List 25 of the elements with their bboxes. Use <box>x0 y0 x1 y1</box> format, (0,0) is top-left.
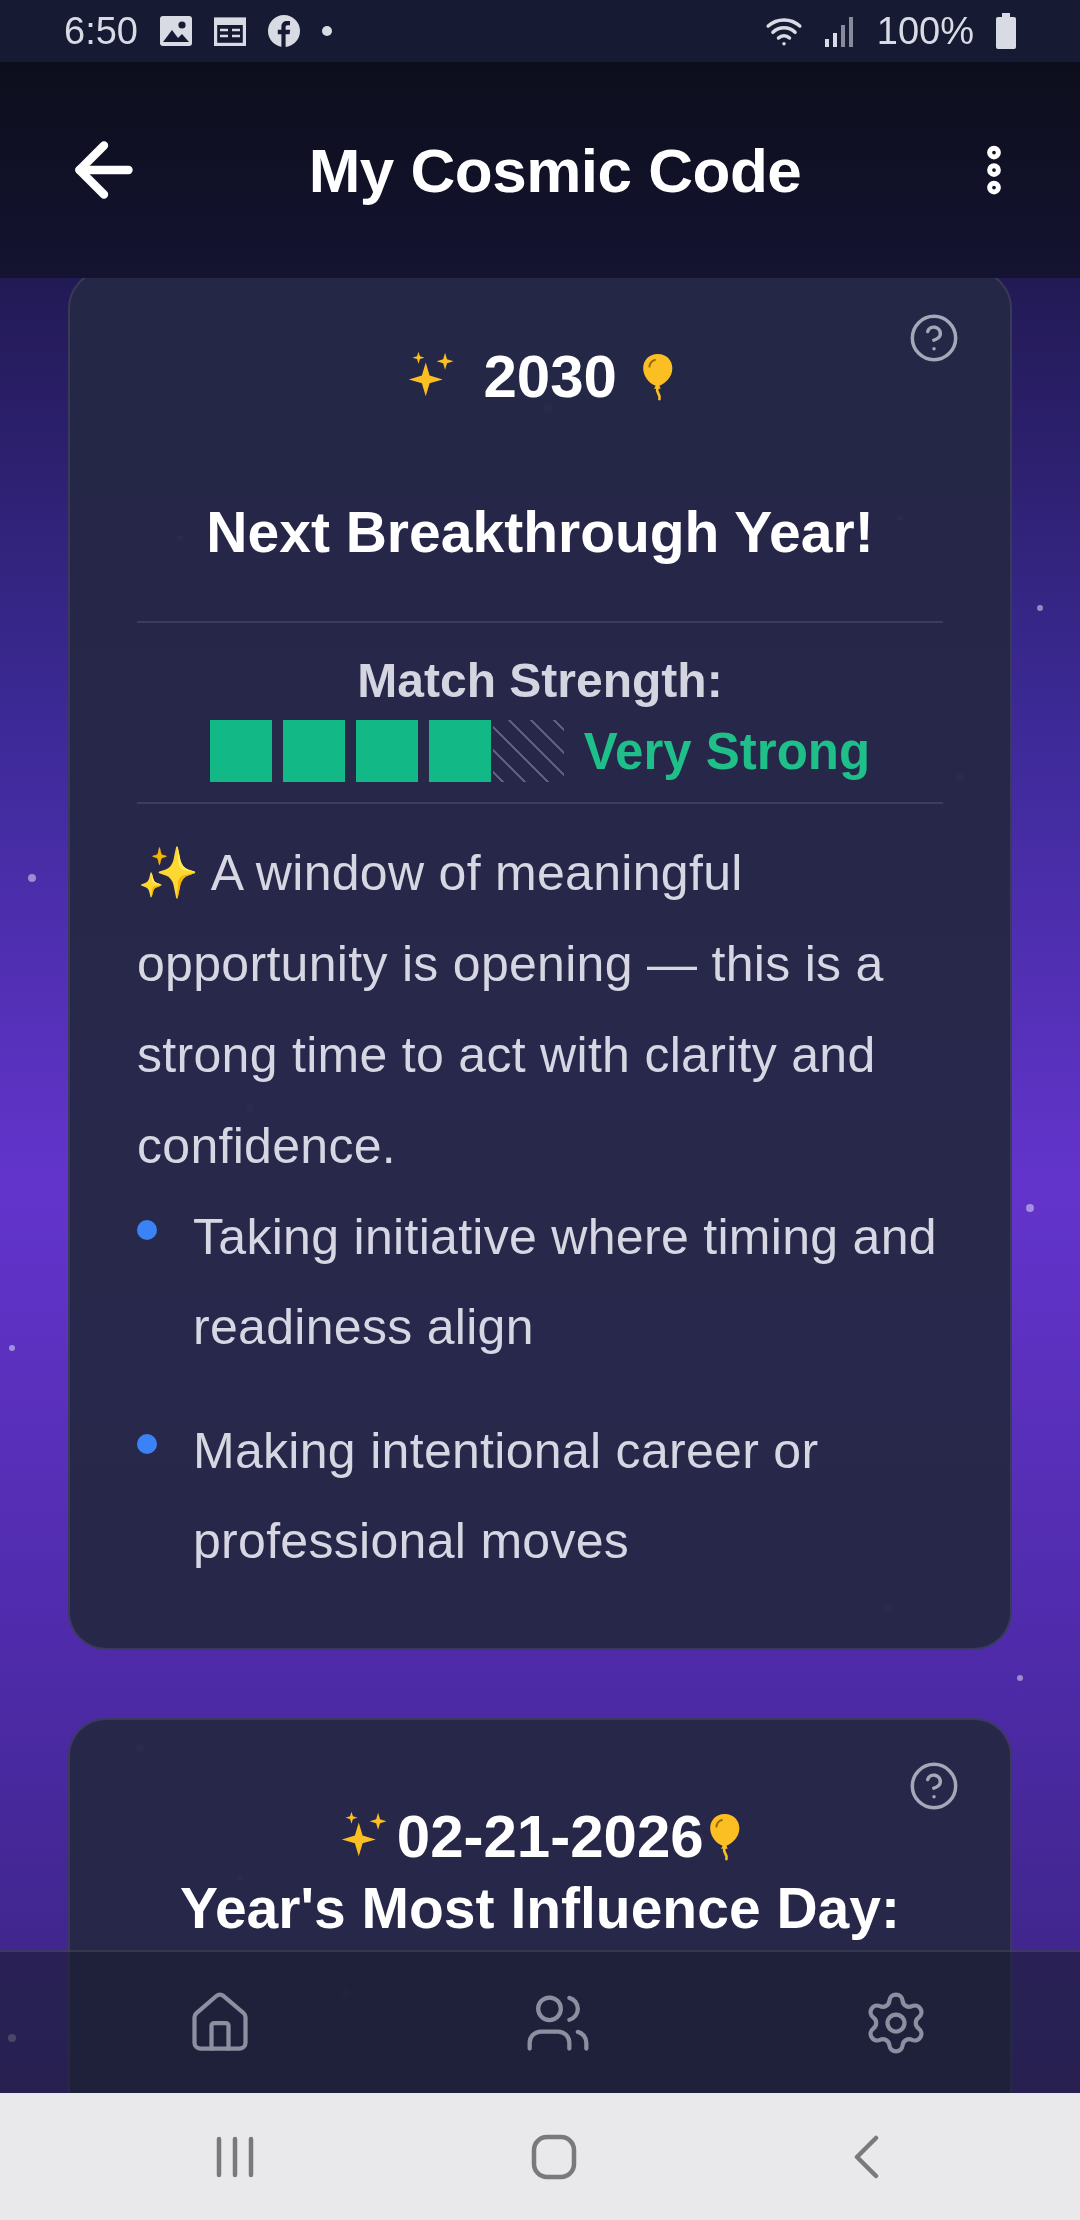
status-time: 6:50 <box>64 9 138 53</box>
strength-label: Match Strength: <box>357 653 723 708</box>
battery-icon <box>996 13 1016 49</box>
calendar-icon <box>213 16 246 46</box>
description-text: ✨ A window of meaningful opportunity is opening — this is a strong time to act with clarity and confidence. <box>137 844 885 1176</box>
image-icon <box>159 16 192 46</box>
social-icon <box>267 15 300 47</box>
card-date: 02-21-2026 <box>396 1802 704 1871</box>
help-icon[interactable] <box>908 312 960 364</box>
signal-icon <box>824 15 855 47</box>
card-title: Next Breakthrough Year! <box>206 499 874 565</box>
battery-percent: 100% <box>876 9 974 53</box>
bullet-text: Taking initiative where timing and readiness align <box>193 1208 938 1357</box>
system-home-icon[interactable] <box>530 2133 577 2180</box>
system-back-icon[interactable] <box>852 2134 880 2179</box>
strength-value: Very Strong <box>583 721 871 781</box>
card-date: 2030 <box>483 342 617 411</box>
recent-apps-icon[interactable] <box>215 2135 255 2178</box>
bullet-dot <box>137 1434 157 1454</box>
bullet-dot <box>137 1220 157 1240</box>
card-title: Year's Most Influence Day: <box>180 1875 900 1941</box>
notification-dot-icon <box>321 26 332 36</box>
help-icon[interactable] <box>908 1760 960 1812</box>
bullet-text: Making intentional career or professional moves <box>193 1422 820 1571</box>
screen-title: My Cosmic Code <box>307 134 803 206</box>
